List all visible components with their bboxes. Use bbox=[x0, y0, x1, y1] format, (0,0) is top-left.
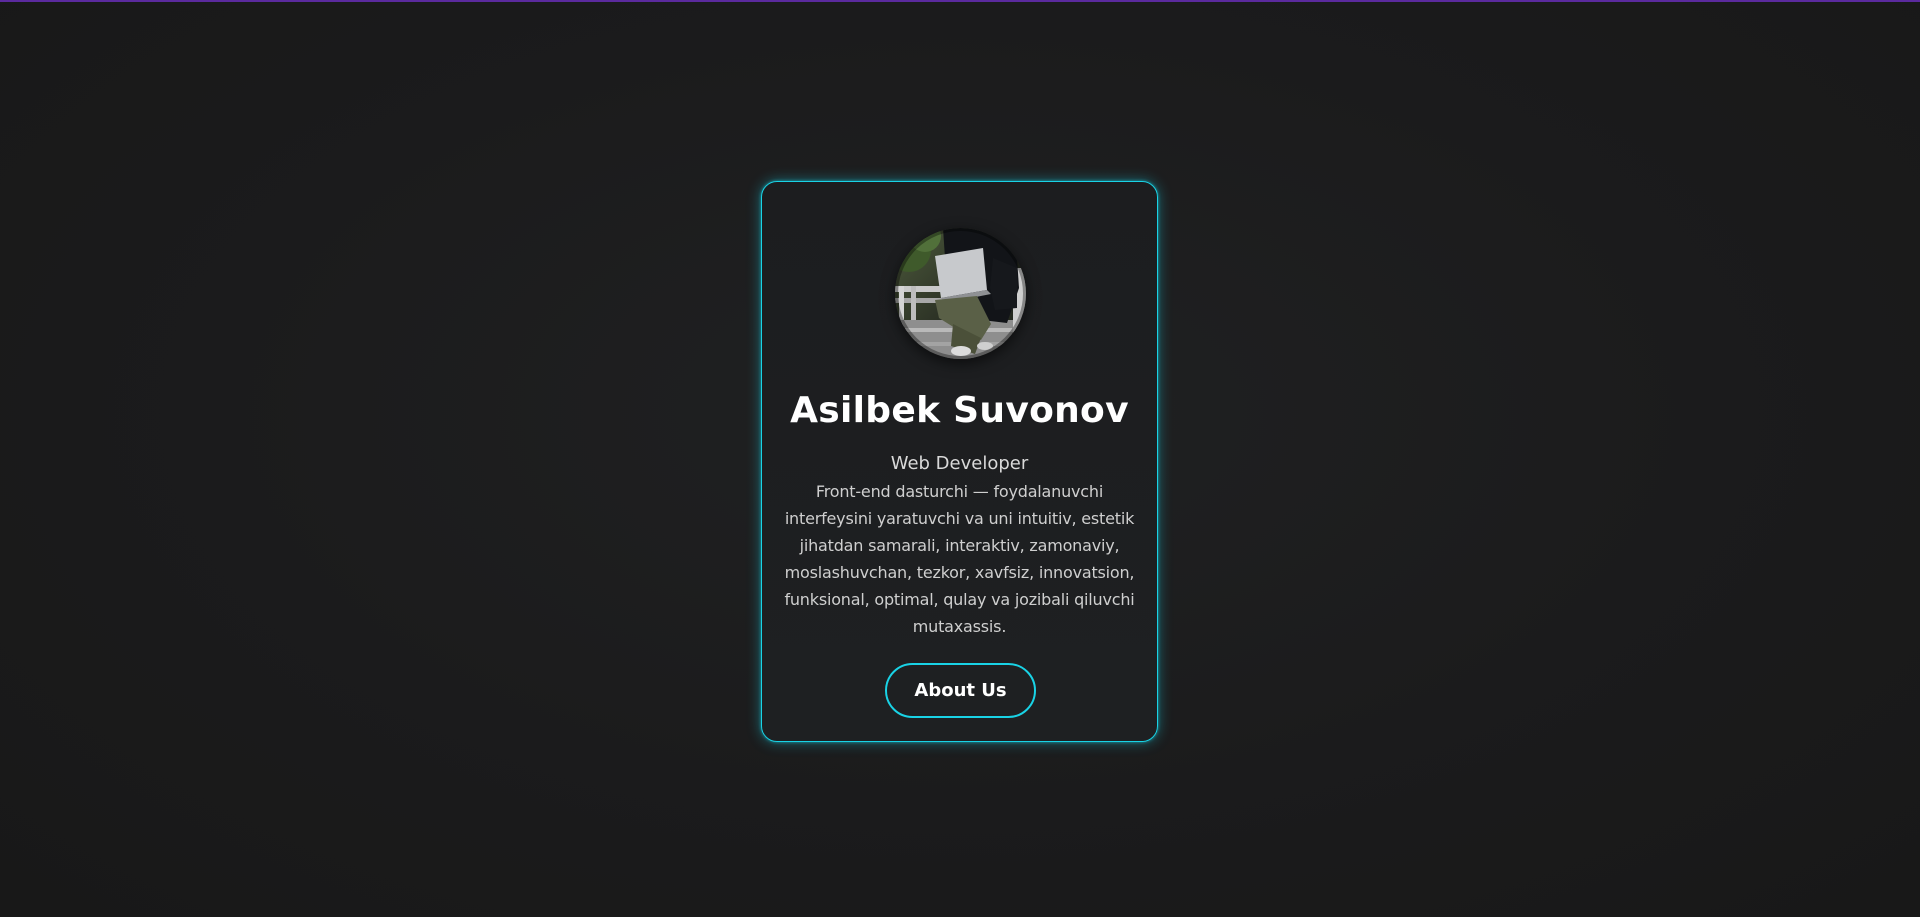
about-us-button[interactable]: About Us bbox=[885, 663, 1036, 718]
top-accent-bar bbox=[0, 0, 1920, 2]
profile-bio: Front-end dasturchi — foydalanuvchi inte… bbox=[784, 482, 1135, 636]
profile-photo-icon bbox=[895, 228, 1026, 359]
avatar bbox=[895, 228, 1026, 359]
profile-role: Web Developer bbox=[890, 453, 1029, 474]
profile-card: Asilbek Suvonov Web Developer Front-end … bbox=[761, 181, 1158, 742]
profile-name: Asilbek Suvonov bbox=[790, 390, 1129, 431]
